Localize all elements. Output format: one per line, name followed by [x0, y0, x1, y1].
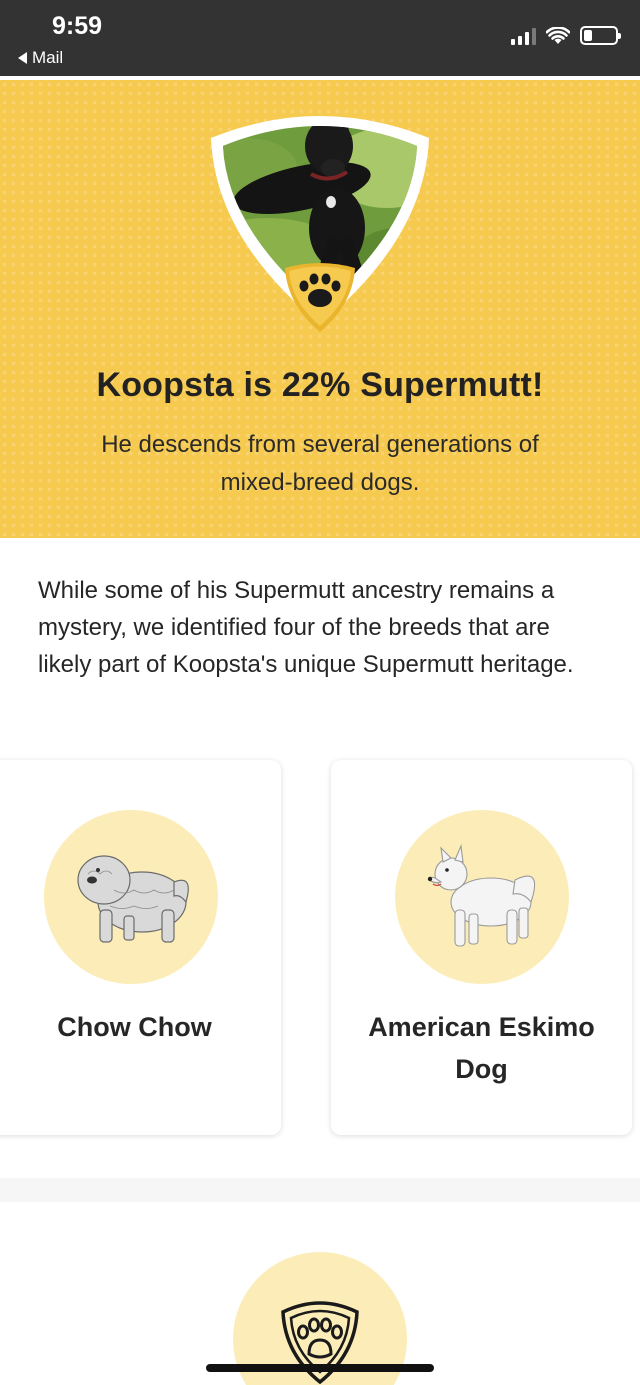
- battery-icon: [580, 26, 621, 45]
- back-arrow-icon: [18, 52, 27, 64]
- breed-image-chow-chow: [44, 810, 218, 984]
- hero-title: Koopsta is 22% Supermutt!: [96, 366, 544, 404]
- breed-name: American Eskimo Dog: [368, 1012, 595, 1084]
- home-indicator[interactable]: [206, 1364, 434, 1372]
- dog-photo-shield: [207, 108, 433, 338]
- breed-image-american-eskimo-dog: [395, 810, 569, 984]
- dog-photo: [211, 116, 429, 332]
- back-to-mail-link[interactable]: Mail: [18, 48, 63, 68]
- hero-banner: Koopsta is 22% Supermutt! He descends fr…: [0, 76, 640, 538]
- chow-chow-illustration: [77, 855, 189, 943]
- breed-name: Chow Chow: [57, 1012, 212, 1042]
- status-bar: 9:59 Mail: [0, 0, 640, 76]
- back-label: Mail: [32, 48, 64, 67]
- american-eskimo-dog-illustration: [427, 843, 536, 947]
- breed-cards: Chow Chow American Eskimo Dog: [0, 760, 640, 1136]
- breed-card-american-eskimo-dog[interactable]: American Eskimo Dog: [331, 760, 632, 1135]
- signal-icon: [511, 27, 536, 45]
- wifi-icon: [546, 27, 570, 44]
- section-divider: [0, 1178, 640, 1202]
- ancestry-intro-text: While some of his Supermutt ancestry rem…: [38, 577, 574, 678]
- status-time: 9:59: [52, 12, 103, 40]
- hero-subtitle: He descends from several generations of …: [101, 431, 539, 496]
- status-icons: [511, 26, 621, 45]
- breed-card-chow-chow[interactable]: Chow Chow: [0, 760, 281, 1135]
